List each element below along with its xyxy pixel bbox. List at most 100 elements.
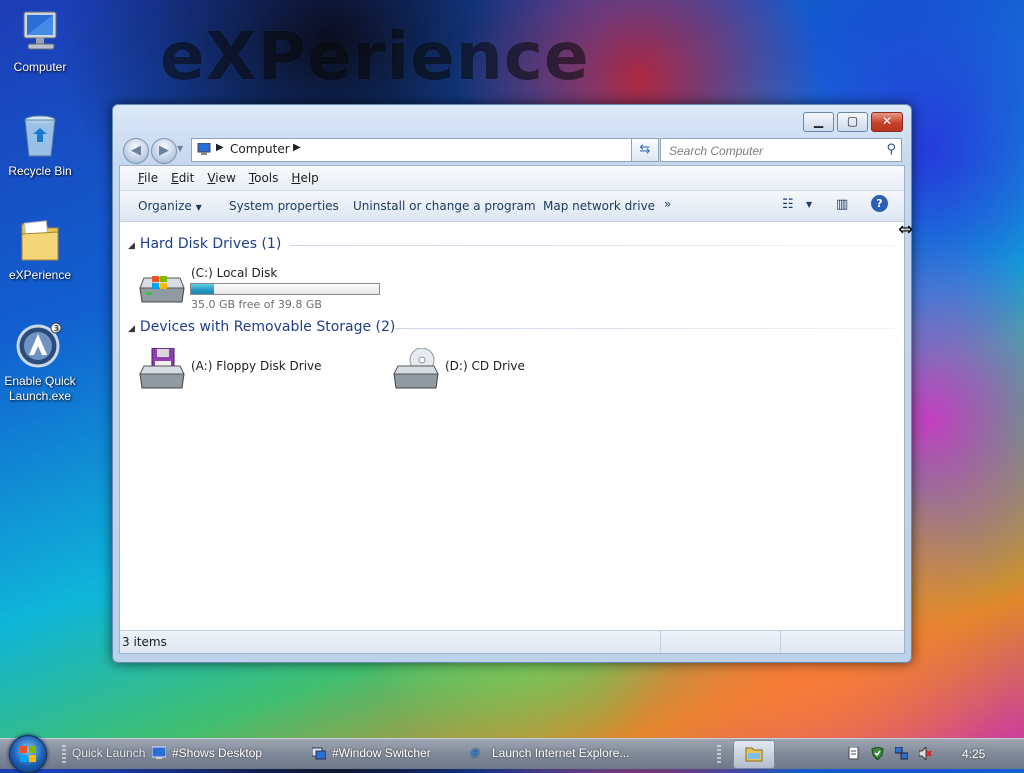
disk-free-space: 35.0 GB free of 39.8 GB bbox=[191, 298, 322, 311]
explorer-window[interactable]: ▁ ▢ ✕ ◀ ▶ ▼ ▶ Computer ▶ ▼ ⇆ ⚲ File Edit… bbox=[112, 104, 912, 663]
preview-pane-icon[interactable]: ▥ bbox=[836, 197, 848, 212]
breadcrumb-separator-icon[interactable]: ▶ bbox=[216, 142, 224, 153]
computer-icon bbox=[16, 8, 64, 56]
desktop-icon-label: eXPerience bbox=[8, 268, 72, 282]
chevron-down-icon: ▼ bbox=[195, 203, 202, 212]
desktop-icon-recycle-bin[interactable]: Recycle Bin bbox=[0, 112, 80, 179]
system-properties-button[interactable]: System properties bbox=[229, 199, 339, 213]
computer-icon bbox=[197, 143, 211, 155]
wallpaper-title: eXPerience bbox=[160, 18, 590, 95]
desktop-icon-label: Computer bbox=[13, 60, 67, 74]
taskbar-clock[interactable]: 4:25 bbox=[962, 747, 985, 761]
recycle-bin-icon bbox=[16, 112, 64, 160]
close-button[interactable]: ✕ bbox=[871, 112, 903, 132]
window-switcher-icon bbox=[312, 747, 326, 760]
window-controls: ▁ ▢ ✕ bbox=[800, 112, 903, 132]
map-network-drive-button[interactable]: Map network drive bbox=[543, 199, 655, 213]
windows-logo-icon bbox=[20, 746, 36, 762]
collapse-triangle-icon[interactable]: ◢ bbox=[128, 241, 135, 251]
group-title: Hard Disk Drives (1) bbox=[139, 236, 282, 252]
taskbar-button-window-switcher[interactable]: #Window Switcher bbox=[332, 746, 431, 760]
minimize-icon: ▁ bbox=[813, 114, 824, 128]
drive-name: (D:) CD Drive bbox=[445, 359, 525, 373]
resize-cursor-icon: ⇔ bbox=[898, 219, 914, 240]
hard-disk-icon bbox=[139, 276, 185, 303]
group-title: Devices with Removable Storage (2) bbox=[139, 319, 396, 335]
taskbar: Quick Launch #Shows Desktop #Window Swit… bbox=[0, 735, 1024, 773]
drive-item-c[interactable]: (C:) Local Disk 35.0 GB free of 39.8 GB bbox=[138, 262, 398, 311]
quick-launch-app-icon: 3 bbox=[16, 322, 64, 370]
internet-explorer-icon: e bbox=[471, 744, 480, 761]
views-dropdown-icon[interactable]: ▼ bbox=[806, 200, 812, 209]
drive-name: (C:) Local Disk bbox=[191, 266, 278, 280]
desktop-icon-label: Recycle Bin bbox=[8, 164, 72, 178]
group-header-removable[interactable]: ◢ Devices with Removable Storage (2) bbox=[128, 319, 395, 335]
organize-button[interactable]: Organize ▼ bbox=[138, 199, 202, 213]
menu-tools[interactable]: Tools bbox=[249, 171, 279, 185]
refresh-icon: ⇆ bbox=[639, 142, 651, 157]
maximize-button[interactable]: ▢ bbox=[837, 112, 868, 132]
minimize-button[interactable]: ▁ bbox=[803, 112, 834, 132]
breadcrumb-computer[interactable]: Computer bbox=[230, 142, 290, 156]
back-button[interactable]: ◀ bbox=[123, 138, 149, 164]
drive-item-a[interactable]: (A:) Floppy Disk Drive bbox=[138, 346, 338, 394]
maximize-icon: ▢ bbox=[846, 114, 859, 128]
refresh-button[interactable]: ⇆ bbox=[631, 138, 659, 162]
desktop-icon-enable-quick-launch[interactable]: 3 Enable Quick Launch.exe bbox=[0, 322, 80, 404]
explorer-folder-icon bbox=[745, 747, 763, 762]
desktop-icon-experience-folder[interactable]: eXPerience bbox=[0, 216, 80, 283]
forward-arrow-icon: ▶ bbox=[159, 143, 169, 158]
more-commands-button[interactable]: » bbox=[664, 197, 671, 211]
address-bar[interactable]: ▶ Computer ▶ ▼ bbox=[191, 138, 657, 162]
start-button[interactable] bbox=[9, 735, 47, 773]
taskbar-button-show-desktop[interactable]: #Shows Desktop bbox=[172, 746, 262, 760]
content-pane: File Edit View Tools Help Organize ▼ Sys… bbox=[119, 165, 905, 654]
menu-edit[interactable]: Edit bbox=[171, 171, 194, 185]
disk-usage-bar bbox=[190, 283, 380, 295]
search-input[interactable] bbox=[667, 143, 871, 159]
show-desktop-icon bbox=[152, 746, 166, 759]
search-icon[interactable]: ⚲ bbox=[886, 142, 896, 157]
status-bar: 3 items bbox=[120, 630, 904, 653]
taskbar-button-explorer-active[interactable] bbox=[733, 740, 775, 769]
uninstall-program-button[interactable]: Uninstall or change a program bbox=[353, 199, 536, 213]
help-icon[interactable]: ? bbox=[871, 195, 888, 212]
status-divider bbox=[660, 631, 661, 653]
svg-text:3: 3 bbox=[53, 324, 58, 333]
search-box[interactable]: ⚲ bbox=[660, 138, 902, 162]
forward-button[interactable]: ▶ bbox=[151, 138, 177, 164]
desktop-icon-label: Enable Quick Launch.exe bbox=[4, 374, 76, 403]
drive-item-d[interactable]: (D:) CD Drive bbox=[392, 346, 592, 394]
menu-help[interactable]: Help bbox=[291, 171, 318, 185]
taskbar-button-internet-explorer[interactable]: Launch Internet Explore... bbox=[492, 746, 629, 760]
taskbar-grip[interactable] bbox=[62, 745, 66, 763]
collapse-triangle-icon[interactable]: ◢ bbox=[128, 324, 135, 334]
cd-drive-icon bbox=[393, 348, 439, 389]
volume-muted-icon[interactable] bbox=[919, 747, 932, 760]
network-icon[interactable] bbox=[895, 747, 908, 760]
drive-name: (A:) Floppy Disk Drive bbox=[191, 359, 322, 373]
desktop-icon-computer[interactable]: Computer bbox=[0, 8, 80, 75]
organize-label: Organize bbox=[138, 199, 192, 213]
document-tray-icon[interactable] bbox=[847, 747, 860, 760]
recent-pages-dropdown-icon[interactable]: ▼ bbox=[177, 144, 183, 153]
group-divider bbox=[395, 328, 898, 329]
disk-usage-fill bbox=[191, 284, 214, 294]
navigation-row: ◀ ▶ ▼ ▶ Computer ▶ ▼ ⇆ ⚲ bbox=[119, 136, 905, 164]
floppy-drive-icon bbox=[139, 348, 185, 389]
close-icon: ✕ bbox=[881, 114, 893, 128]
security-shield-icon[interactable] bbox=[871, 747, 884, 760]
back-arrow-icon: ◀ bbox=[131, 143, 141, 158]
item-count: 3 items bbox=[122, 635, 167, 649]
folder-icon bbox=[16, 216, 64, 264]
menu-file[interactable]: File bbox=[138, 171, 158, 185]
views-icon[interactable]: ☷ bbox=[782, 197, 794, 212]
breadcrumb-separator-icon[interactable]: ▶ bbox=[293, 142, 301, 153]
menu-view[interactable]: View bbox=[207, 171, 235, 185]
group-header-hard-disks[interactable]: ◢ Hard Disk Drives (1) bbox=[128, 236, 281, 252]
quick-launch-label[interactable]: Quick Launch bbox=[72, 746, 145, 760]
command-bar: Organize ▼ System properties Uninstall o… bbox=[120, 191, 904, 222]
status-divider bbox=[780, 631, 781, 653]
group-divider bbox=[290, 245, 898, 246]
taskbar-grip[interactable] bbox=[717, 745, 721, 763]
